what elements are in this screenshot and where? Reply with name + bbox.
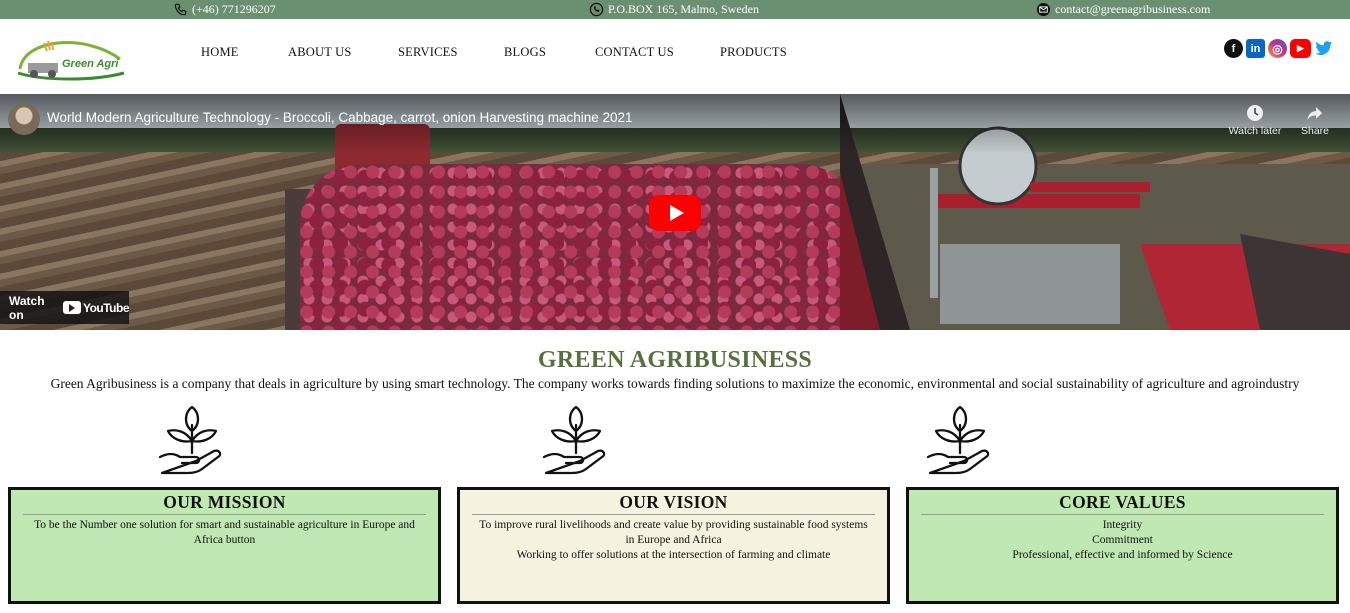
twitter-icon[interactable] [1314, 39, 1333, 58]
location-phone-icon [589, 2, 604, 17]
watch-on-label: Watch on [9, 293, 45, 322]
instagram-icon[interactable]: ◎ [1268, 39, 1287, 58]
social-links: f in ◎ ▶ [1224, 39, 1333, 58]
green-agri-logo[interactable]: Green Agri [14, 29, 126, 87]
address-contact: P.O.BOX 165, Malmo, Sweden [589, 2, 759, 17]
youtube-logo: YouTube [62, 300, 130, 315]
vision-text-1: To improve rural livelihoods and create … [479, 519, 868, 546]
email-icon [1036, 2, 1051, 17]
site-header: Green Agri HOME ABOUT US SERVICES BLOGS … [0, 19, 1350, 94]
value-integrity: Integrity [1102, 519, 1143, 531]
nav-services[interactable]: SERVICES [398, 45, 458, 60]
phone-icon [174, 3, 187, 15]
company-intro: Green Agribusiness is a company that dea… [50, 376, 1300, 391]
video-onion-pile [300, 164, 860, 330]
card-divider [472, 514, 875, 515]
watch-on-youtube-button[interactable]: Watch on YouTube [0, 291, 130, 324]
plant-in-hand-icon [542, 405, 606, 475]
youtube-video-embed[interactable]: World Modern Agriculture Technology - Br… [0, 94, 1350, 330]
play-icon [669, 205, 684, 221]
phone-number[interactable]: (+46) 771296207 [192, 2, 276, 17]
core-values-title: CORE VALUES [1059, 492, 1186, 512]
phone-contact: (+46) 771296207 [174, 2, 276, 17]
card-divider [23, 514, 426, 515]
email-address[interactable]: contact@greenagribusiness.com [1055, 2, 1210, 17]
share-icon [1307, 107, 1322, 120]
mission-text: To be the Number one solution for smart … [34, 519, 415, 546]
plant-in-hand-icon [158, 405, 222, 475]
top-contact-bar: (+46) 771296207 P.O.BOX 165, Malmo, Swed… [0, 0, 1350, 19]
vision-card: OUR VISION To improve rural livelihoods … [457, 487, 890, 604]
clock-icon [1247, 105, 1263, 121]
company-heading: GREEN AGRIBUSINESS [537, 347, 813, 373]
logo-text: Green Agri [62, 58, 119, 70]
plant-in-hand-icon [926, 405, 990, 475]
value-professional: Professional, effective and informed by … [1012, 549, 1233, 561]
video-play-button[interactable] [649, 195, 701, 231]
video-title[interactable]: World Modern Agriculture Technology - Br… [47, 110, 633, 125]
mission-card: OUR MISSION To be the Number one solutio… [8, 487, 441, 604]
vision-title: OUR VISION [619, 492, 728, 512]
linkedin-icon[interactable]: in [1246, 39, 1265, 58]
share-label: Share [1300, 125, 1330, 137]
nav-contact-us[interactable]: CONTACT US [595, 45, 674, 60]
watch-later-button[interactable]: Watch later [1226, 104, 1284, 137]
youtube-icon[interactable]: ▶ [1290, 39, 1311, 58]
core-values-card: CORE VALUES Integrity Commitment Profess… [906, 487, 1339, 604]
watch-later-label: Watch later [1228, 125, 1282, 137]
email-contact: contact@greenagribusiness.com [1036, 2, 1210, 17]
postal-address: P.O.BOX 165, Malmo, Sweden [608, 2, 760, 16]
nav-home[interactable]: HOME [201, 45, 239, 60]
nav-about-us[interactable]: ABOUT US [288, 45, 352, 60]
channel-avatar[interactable] [8, 103, 40, 135]
value-commitment: Commitment [1092, 534, 1153, 546]
nav-products[interactable]: PRODUCTS [720, 45, 787, 60]
youtube-play-icon [62, 301, 81, 314]
card-divider [921, 514, 1324, 515]
nav-blogs[interactable]: BLOGS [504, 45, 546, 60]
vision-text-2: Working to offer solutions at the inters… [516, 549, 831, 561]
share-button[interactable]: Share [1293, 104, 1337, 137]
youtube-wordmark: YouTube [82, 300, 130, 315]
mission-title: OUR MISSION [163, 492, 286, 512]
facebook-icon[interactable]: f [1224, 39, 1243, 58]
